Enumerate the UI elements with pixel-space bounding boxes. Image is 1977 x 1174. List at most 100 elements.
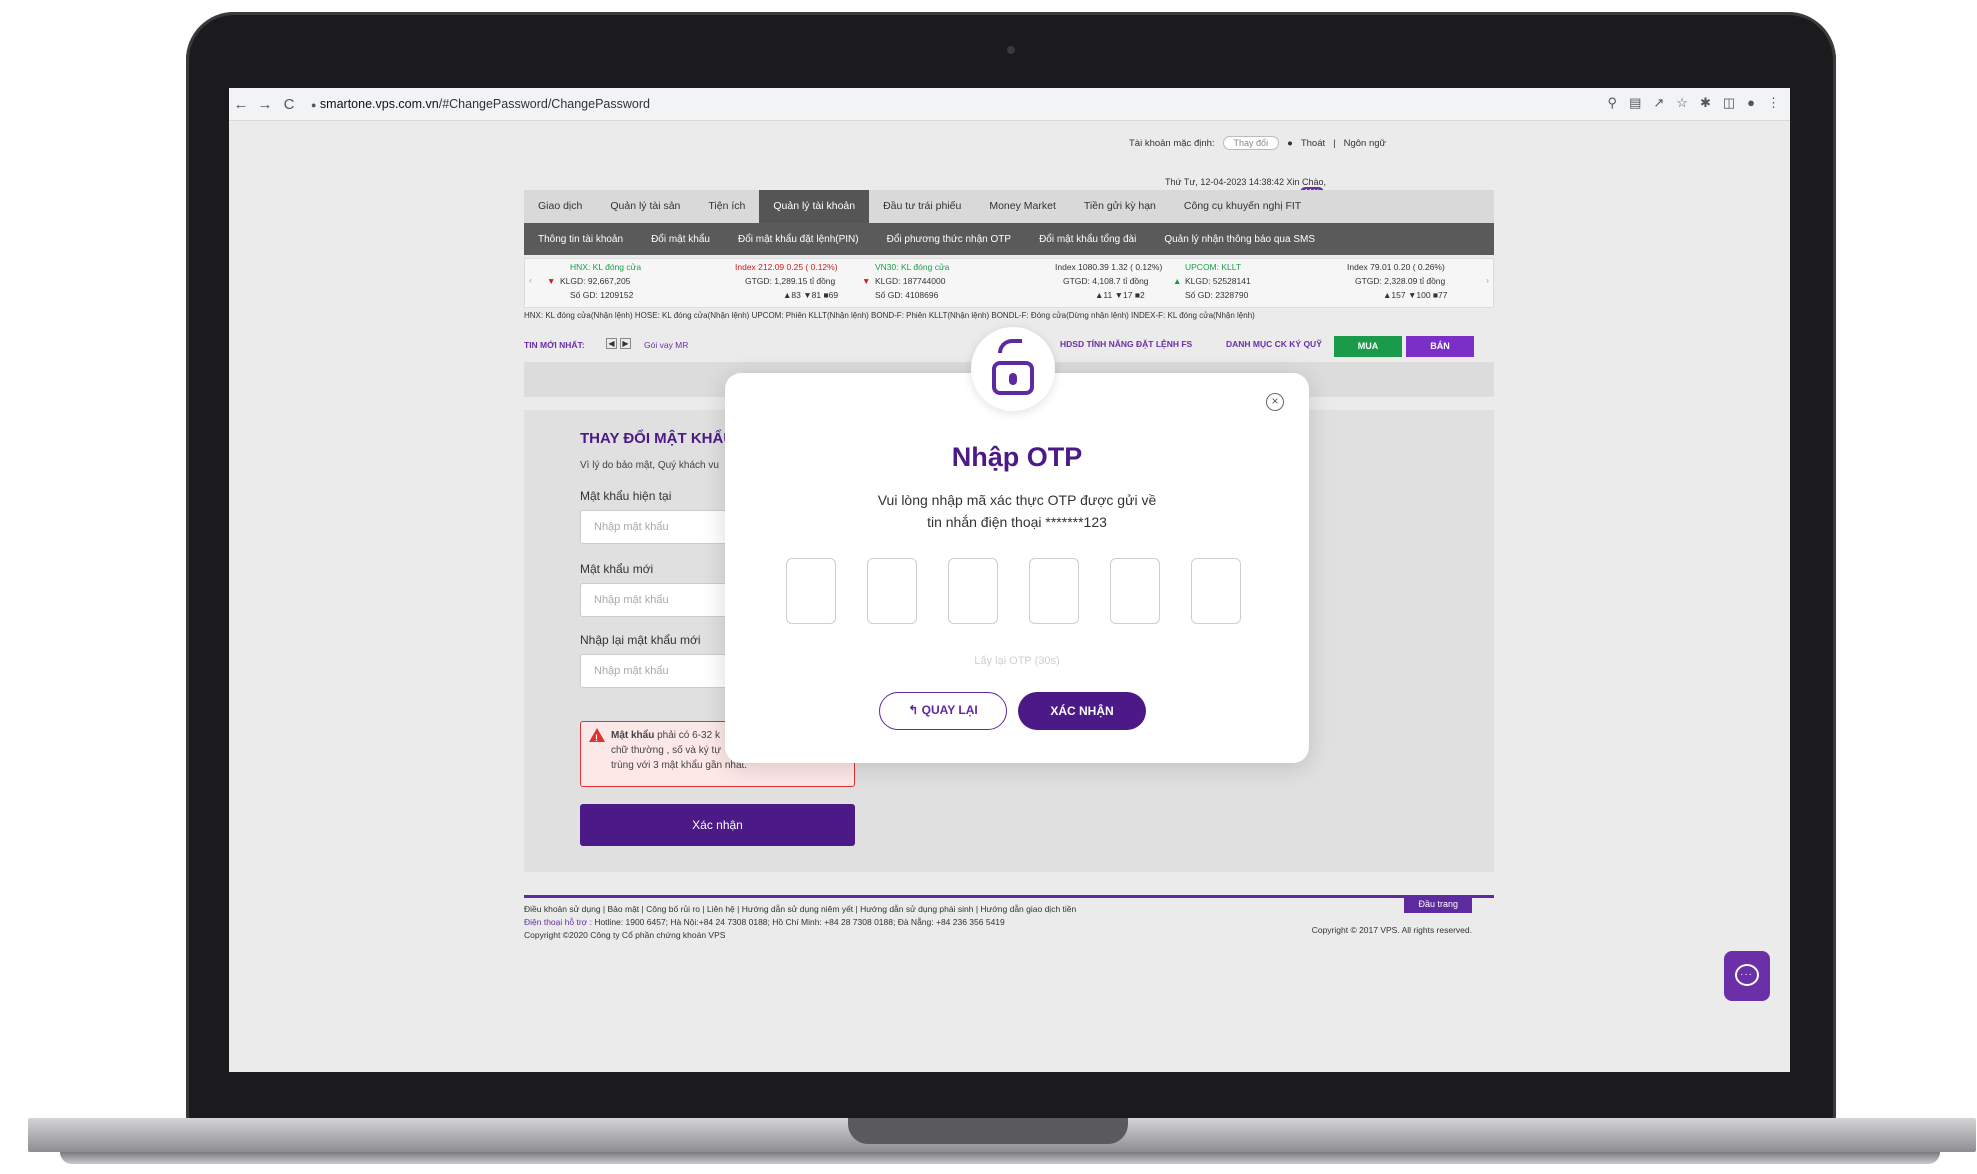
- main-nav-item[interactable]: Quản lý tài sản: [596, 190, 694, 223]
- upcom-up-icon: ▲: [1173, 276, 1182, 286]
- sub-nav-item[interactable]: Đổi mật khẩu đặt lệnh(PIN): [724, 234, 873, 245]
- otp-digit-input[interactable]: [948, 558, 998, 624]
- upcom-gtgd: GTGD: 2,328.09 tỉ đồng: [1355, 276, 1446, 286]
- chat-button[interactable]: ···: [1724, 951, 1770, 1001]
- news-next-icon[interactable]: ▶: [620, 338, 631, 349]
- upcom-title: UPCOM: KLLT: [1185, 262, 1242, 272]
- language-select[interactable]: Ngôn ngữ: [1344, 138, 1386, 149]
- otp-digit-input[interactable]: [1110, 558, 1160, 624]
- vn30-sogd: Số GD: 4108696: [875, 290, 939, 300]
- profile-icon[interactable]: ●: [1747, 95, 1755, 111]
- hnx-sogd: Số GD: 1209152: [570, 290, 634, 300]
- main-nav-item[interactable]: Tiện ích: [694, 190, 759, 223]
- sidepanel-icon[interactable]: ◫: [1723, 95, 1735, 111]
- page-description: Vì lý do bảo mật, Quý khách vu: [580, 460, 719, 471]
- upcom-sogd: Số GD: 2328790: [1185, 290, 1249, 300]
- reload-icon[interactable]: C: [277, 96, 301, 113]
- margin-portfolio-link[interactable]: DANH MỤC CK KÝ QUỸ: [1226, 339, 1322, 349]
- hnx-klgd: KLGD: 92,667,205: [560, 276, 631, 286]
- vn30-klgd: KLGD: 187744000: [875, 276, 946, 286]
- confirm-otp-button[interactable]: XÁC NHẬN: [1018, 692, 1146, 730]
- otp-digit-input[interactable]: [786, 558, 836, 624]
- sub-nav-item[interactable]: Thông tin tài khoản: [524, 234, 637, 245]
- resend-otp-link[interactable]: Lấy lại OTP (30s): [725, 655, 1309, 667]
- ticker-prev-icon[interactable]: ‹: [529, 275, 532, 285]
- sub-nav-item[interactable]: Đổi phương thức nhận OTP: [873, 234, 1025, 245]
- forward-arrow-icon[interactable]: →: [253, 96, 277, 113]
- main-nav-item[interactable]: Đầu tư trái phiếu: [869, 190, 975, 223]
- sub-nav-item[interactable]: Đổi mật khẩu tổng đài: [1025, 234, 1150, 245]
- footer-copyright: Copyright ©2020 Công ty Cổ phần chứng kh…: [524, 930, 726, 940]
- news-link[interactable]: Gói vay MR: [644, 340, 688, 350]
- promo-link[interactable]: HDSD TÍNH NĂNG ĐẶT LỆNH FS: [1060, 339, 1192, 349]
- translate-icon[interactable]: ▤: [1629, 95, 1641, 111]
- hnx-down-icon: ▼: [547, 276, 556, 286]
- greeting: Xin Chào,: [1286, 177, 1327, 187]
- browser-actions: ⚲ ▤ ↗ ☆ ✱ ◫ ● ⋮: [1608, 95, 1780, 111]
- buy-button[interactable]: MUA: [1334, 336, 1402, 357]
- ticker-next-icon[interactable]: ›: [1486, 275, 1489, 285]
- share-icon[interactable]: ↗: [1653, 95, 1664, 111]
- vn30-title: VN30: KL đóng cửa: [875, 262, 950, 272]
- main-nav-item[interactable]: Quản lý tài khoản: [759, 190, 870, 223]
- default-account-label: Tài khoản mặc định:: [1129, 137, 1215, 149]
- main-nav-item[interactable]: Giao dịch: [524, 190, 596, 223]
- logout-link[interactable]: Thoát: [1301, 138, 1325, 149]
- extensions-icon[interactable]: ✱: [1700, 95, 1711, 111]
- lock-badge: [971, 327, 1055, 411]
- hnx-breadth: ▲83 ▼81 ■69: [783, 290, 839, 300]
- main-nav-item[interactable]: Tiền gửi kỳ hạn: [1070, 190, 1170, 223]
- submit-password-button[interactable]: Xác nhận: [580, 804, 855, 846]
- warning-bold: Mật khẩu: [611, 730, 655, 741]
- footer-hotline: Điện thoại hỗ trợ : Hotline: 1900 6457; …: [524, 917, 1005, 927]
- footer-links[interactable]: Điều khoản sử dụng | Bảo mật | Công bố r…: [524, 904, 1076, 914]
- main-nav: Giao dịch Quản lý tài sản Tiện ích Quản lý …: [524, 190, 1494, 223]
- search-icon[interactable]: ⚲: [1608, 95, 1618, 111]
- hotline-label: Điện thoại hỗ trợ :: [524, 917, 592, 927]
- sub-nav-item[interactable]: Quản lý nhận thông báo qua SMS: [1150, 234, 1329, 245]
- otp-digit-input[interactable]: [867, 558, 917, 624]
- news-prev-icon[interactable]: ◀: [606, 338, 617, 349]
- page-title: THAY ĐỔI MẬT KHẨU Đ: [580, 430, 750, 447]
- address-bar[interactable]: ● smartone.vps.com.vn/#ChangePassword/Ch…: [311, 97, 650, 111]
- main-nav-item[interactable]: Money Market: [975, 190, 1070, 223]
- hnx-index: Index 212.09 0.25 ( 0.12%): [735, 262, 838, 272]
- globe-icon[interactable]: ●: [1287, 138, 1293, 149]
- otp-description-line1: Vui lòng nhập mã xác thực OTP được gửi v…: [877, 492, 1157, 508]
- news-label: TIN MỚI NHẤT:: [524, 340, 585, 350]
- sub-nav: Thông tin tài khoản Đổi mật khẩu Đổi mật k…: [524, 223, 1494, 255]
- footer-copyright-right: Copyright © 2017 VPS. All rights reserve…: [1311, 925, 1472, 935]
- upcom-klgd: KLGD: 52528141: [1185, 276, 1251, 286]
- back-button[interactable]: ↰ QUAY LẠI: [879, 692, 1007, 730]
- current-password-label: Mật khẩu hiện tại: [580, 489, 672, 503]
- account-bar: Tài khoản mặc định: Thay đổi ● Thoát | N…: [1129, 136, 1386, 150]
- hnx-gtgd: GTGD: 1,289.15 tỉ đồng: [745, 276, 836, 286]
- lock-open-icon: [998, 339, 1022, 353]
- url-path: /#ChangePassword/ChangePassword: [438, 97, 650, 111]
- laptop-camera: [1007, 46, 1015, 54]
- repeat-password-label: Nhập lại mật khẩu mới: [580, 633, 701, 647]
- warning-line1: phải có 6-32 k: [654, 730, 720, 741]
- otp-title: Nhập OTP: [951, 442, 1083, 472]
- main-nav-item[interactable]: Công cụ khuyến nghị FIT: [1170, 190, 1315, 223]
- sell-button[interactable]: BÁN: [1406, 336, 1474, 357]
- back-to-top-button[interactable]: Đầu trang: [1404, 895, 1472, 913]
- laptop-notch: [848, 1118, 1128, 1144]
- bookmark-star-icon[interactable]: ☆: [1676, 95, 1688, 111]
- browser-toolbar: ← → C ● smartone.vps.com.vn/#ChangePassw…: [229, 88, 1790, 121]
- vn30-down-icon: ▼: [862, 276, 871, 286]
- otp-digit-input[interactable]: [1191, 558, 1241, 624]
- lock-icon: ●: [311, 100, 317, 110]
- menu-kebab-icon[interactable]: ⋮: [1767, 95, 1780, 111]
- hotline-numbers: Hotline: 1900 6457; Hà Nội:+84 24 7308 0…: [591, 917, 1005, 927]
- market-status-line: HNX: KL đóng cửa(Nhận lệnh) HOSE: KL đón…: [524, 311, 1255, 320]
- new-password-label: Mật khẩu mới: [580, 562, 654, 576]
- upcom-index: Index 79.01 0.20 ( 0.26%): [1347, 262, 1445, 272]
- change-account-button[interactable]: Thay đổi: [1222, 136, 1280, 150]
- market-ticker: ‹ › HNX: KL đóng cửa Index 212.09 0.25 (…: [524, 258, 1494, 308]
- sub-nav-item[interactable]: Đổi mật khẩu: [637, 234, 724, 245]
- otp-digit-input[interactable]: [1029, 558, 1079, 624]
- close-icon[interactable]: ×: [1266, 393, 1284, 411]
- upcom-breadth: ▲157 ▼100 ■77: [1383, 290, 1448, 300]
- back-arrow-icon[interactable]: ←: [229, 96, 253, 113]
